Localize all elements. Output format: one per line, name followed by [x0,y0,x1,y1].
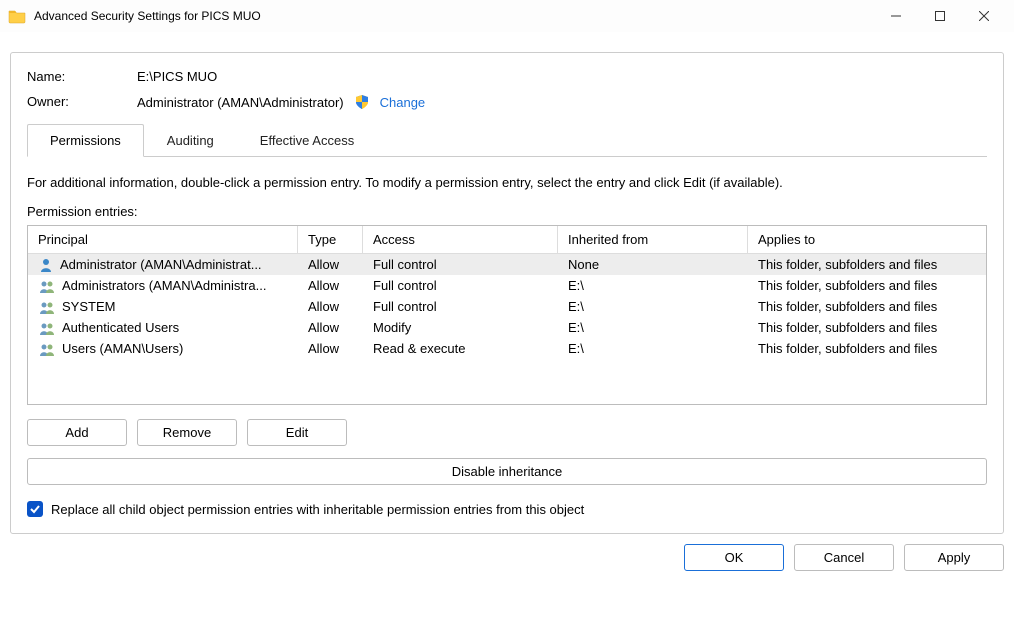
disable-inheritance-button[interactable]: Disable inheritance [27,458,987,485]
table-row[interactable]: Users (AMAN\Users) AllowRead & executeE:\… [28,338,986,359]
principal-text: Administrator (AMAN\Administrat... [60,257,262,272]
add-button[interactable]: Add [27,419,127,446]
name-value: E:\PICS MUO [137,69,987,84]
group-icon [38,342,56,356]
replace-checkbox[interactable] [27,501,43,517]
change-owner-link[interactable]: Change [380,95,426,110]
type-text: Allow [298,254,363,275]
shield-icon [354,94,370,110]
tab-permissions[interactable]: Permissions [27,124,144,157]
titlebar: Advanced Security Settings for PICS MUO [0,0,1014,32]
name-row: Name: E:\PICS MUO [27,69,987,84]
permissions-grid: Principal Type Access Inherited from App… [27,225,987,405]
access-text: Read & execute [363,338,558,359]
ok-button[interactable]: OK [684,544,784,571]
type-text: Allow [298,338,363,359]
principal-text: Authenticated Users [62,320,179,335]
remove-button[interactable]: Remove [137,419,237,446]
apply-button[interactable]: Apply [904,544,1004,571]
tab-effective-access[interactable]: Effective Access [237,124,377,157]
owner-value: Administrator (AMAN\Administrator) [137,95,344,110]
replace-checkbox-label: Replace all child object permission entr… [51,502,584,517]
access-text: Full control [363,296,558,317]
type-text: Allow [298,317,363,338]
principal-text: SYSTEM [62,299,115,314]
group-icon [38,321,56,335]
applies-text: This folder, subfolders and files [748,317,986,338]
group-icon [38,279,56,293]
name-label: Name: [27,69,137,84]
applies-text: This folder, subfolders and files [748,296,986,317]
principal-text: Users (AMAN\Users) [62,341,183,356]
inherited-text: E:\ [558,317,748,338]
access-text: Full control [363,254,558,275]
applies-text: This folder, subfolders and files [748,254,986,275]
col-type[interactable]: Type [298,226,363,254]
inherited-text: E:\ [558,275,748,296]
owner-row: Owner: Administrator (AMAN\Administrator… [27,94,987,110]
window-title: Advanced Security Settings for PICS MUO [34,9,874,23]
tab-auditing[interactable]: Auditing [144,124,237,157]
inherited-text: None [558,254,748,275]
col-access[interactable]: Access [363,226,558,254]
grid-header: Principal Type Access Inherited from App… [28,226,986,254]
applies-text: This folder, subfolders and files [748,338,986,359]
tabs: Permissions Auditing Effective Access [27,124,987,157]
group-icon [38,300,56,314]
cancel-button[interactable]: Cancel [794,544,894,571]
check-icon [29,503,41,515]
main-panel: Name: E:\PICS MUO Owner: Administrator (… [10,52,1004,534]
inherited-text: E:\ [558,338,748,359]
dialog-footer: OK Cancel Apply [0,534,1014,571]
user-icon [38,258,54,272]
table-row[interactable]: Administrator (AMAN\Administrat... AllowF… [28,254,986,275]
col-principal[interactable]: Principal [28,226,298,254]
applies-text: This folder, subfolders and files [748,275,986,296]
inherited-text: E:\ [558,296,748,317]
table-row[interactable]: Administrators (AMAN\Administra... AllowF… [28,275,986,296]
table-row[interactable]: SYSTEM AllowFull controlE:\This folder, s… [28,296,986,317]
folder-icon [8,8,26,24]
entries-label: Permission entries: [27,204,987,219]
minimize-button[interactable] [874,0,918,32]
close-button[interactable] [962,0,1006,32]
col-inherited[interactable]: Inherited from [558,226,748,254]
access-text: Modify [363,317,558,338]
maximize-button[interactable] [918,0,962,32]
replace-checkbox-row[interactable]: Replace all child object permission entr… [27,501,987,517]
grid-body: Administrator (AMAN\Administrat...AllowF… [28,254,986,404]
edit-button[interactable]: Edit [247,419,347,446]
type-text: Allow [298,296,363,317]
owner-label: Owner: [27,94,137,110]
principal-text: Administrators (AMAN\Administra... [62,278,266,293]
type-text: Allow [298,275,363,296]
info-text: For additional information, double-click… [27,175,987,190]
access-text: Full control [363,275,558,296]
table-row[interactable]: Authenticated Users AllowModifyE:\This fo… [28,317,986,338]
col-applies[interactable]: Applies to [748,226,986,254]
